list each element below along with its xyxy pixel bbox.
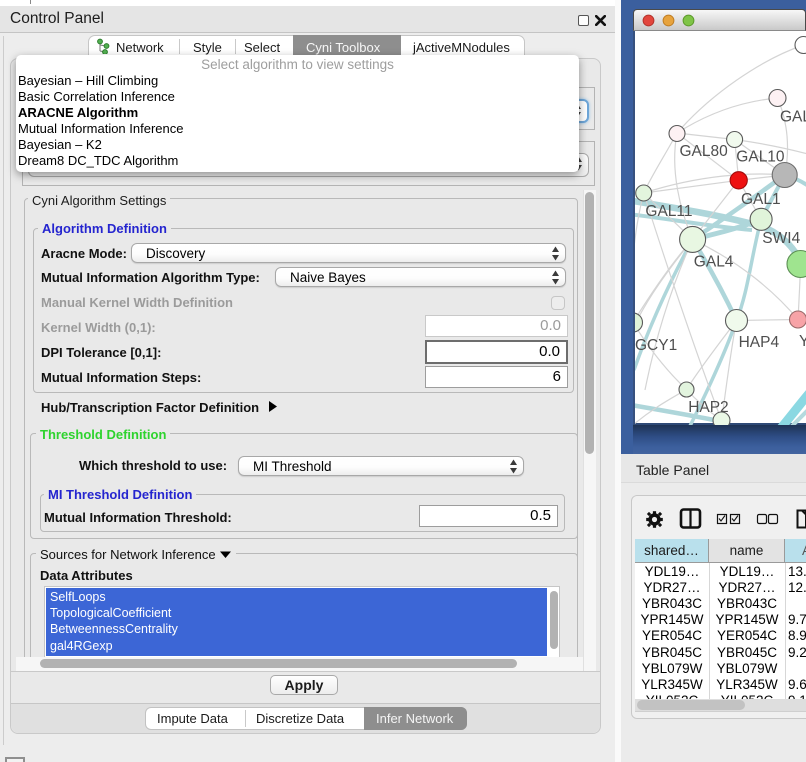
svg-text:SWI4: SWI4 <box>762 230 800 247</box>
svg-text:GAL4: GAL4 <box>694 254 734 271</box>
svg-text:GAL1: GAL1 <box>741 191 781 208</box>
svg-text:HAP2: HAP2 <box>688 399 729 416</box>
svg-text:GAL80: GAL80 <box>680 143 729 160</box>
svg-text:HAP4: HAP4 <box>739 334 780 351</box>
svg-text:GAL10: GAL10 <box>736 149 785 166</box>
svg-text:GAL11: GAL11 <box>645 203 692 220</box>
svg-text:GAL: GAL <box>780 109 806 126</box>
svg-text:Y: Y <box>799 333 806 350</box>
svg-text:GCY1: GCY1 <box>635 337 677 354</box>
